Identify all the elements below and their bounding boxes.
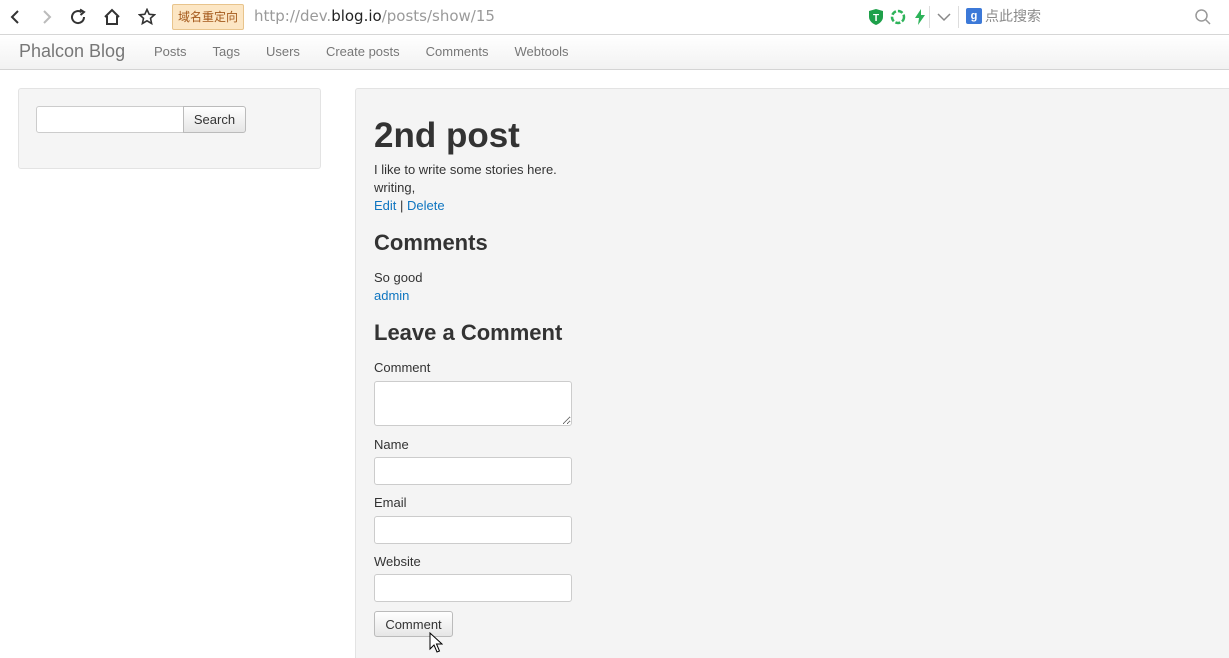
home-icon [104,8,120,25]
arrow-right-icon [43,10,52,24]
reload-icon [71,8,86,25]
comments-heading: Comments [374,230,488,255]
nav-link-webtools[interactable]: Webtools [502,35,582,70]
website-input[interactable] [374,574,572,602]
url-prefix: http://dev. [254,7,332,25]
website-field-label: Website [374,554,421,569]
nav-link-tags[interactable]: Tags [200,35,253,70]
email-field-label: Email [374,495,407,510]
sidebar: Search [18,88,321,169]
nav-link-create-posts[interactable]: Create posts [313,35,413,70]
browser-toolbar: 域名重定向 http://dev.blog.io/posts/show/15 T… [0,0,1229,35]
back-button[interactable] [2,5,28,29]
recycle-icon[interactable] [890,8,906,26]
name-field-label: Name [374,437,409,452]
url-path: /posts/show/15 [381,7,495,25]
lightning-icon[interactable] [912,8,928,26]
brand-link[interactable]: Phalcon Blog [19,41,125,62]
comment-textarea[interactable] [374,381,572,426]
delete-link[interactable]: Delete [407,198,445,213]
nav-link-comments[interactable]: Comments [413,35,502,70]
bookmark-button[interactable] [134,5,160,29]
edit-link[interactable]: Edit [374,198,396,213]
nav-link-posts[interactable]: Posts [141,35,200,70]
comment-field-label: Comment [374,360,431,375]
name-input[interactable] [374,457,572,485]
arrow-left-icon [10,10,19,24]
svg-text:T: T [873,13,879,24]
comment-author-link[interactable]: admin [374,288,409,303]
toolbar-divider [929,6,930,28]
forward-button[interactable] [34,5,60,29]
address-bar[interactable]: http://dev.blog.io/posts/show/15 [254,7,495,25]
chevron-down-icon[interactable] [935,8,953,26]
redirect-badge[interactable]: 域名重定向 [172,4,245,30]
nav-link-users[interactable]: Users [253,35,313,70]
shield-icon[interactable]: T [868,8,884,26]
main-panel: 2nd post I like to write some stories he… [355,88,1229,658]
post-body: I like to write some stories here. [374,162,557,177]
post-actions: Edit | Delete [374,198,445,213]
star-icon [138,8,156,26]
search-input[interactable] [36,106,184,133]
post-tags: writing, [374,180,416,195]
extension-icons: T [868,7,928,27]
post-title: 2nd post [374,116,520,155]
action-separator: | [400,198,404,213]
site-navbar: Phalcon Blog Posts Tags Users Create pos… [0,35,1229,70]
comment-text: So good [374,270,423,285]
home-button[interactable] [99,5,125,29]
search-button[interactable]: Search [183,106,246,133]
search-engine-icon[interactable]: g [966,8,982,24]
search-icon[interactable] [1194,8,1212,26]
reload-button[interactable] [65,5,91,29]
email-input[interactable] [374,516,572,544]
mouse-cursor-icon [429,632,443,653]
leave-comment-heading: Leave a Comment [374,320,563,345]
browser-search-input[interactable] [985,6,1215,28]
nav-links: Posts Tags Users Create posts Comments W… [141,35,581,70]
url-host: blog.io [331,7,382,25]
toolbar-divider [958,6,959,28]
